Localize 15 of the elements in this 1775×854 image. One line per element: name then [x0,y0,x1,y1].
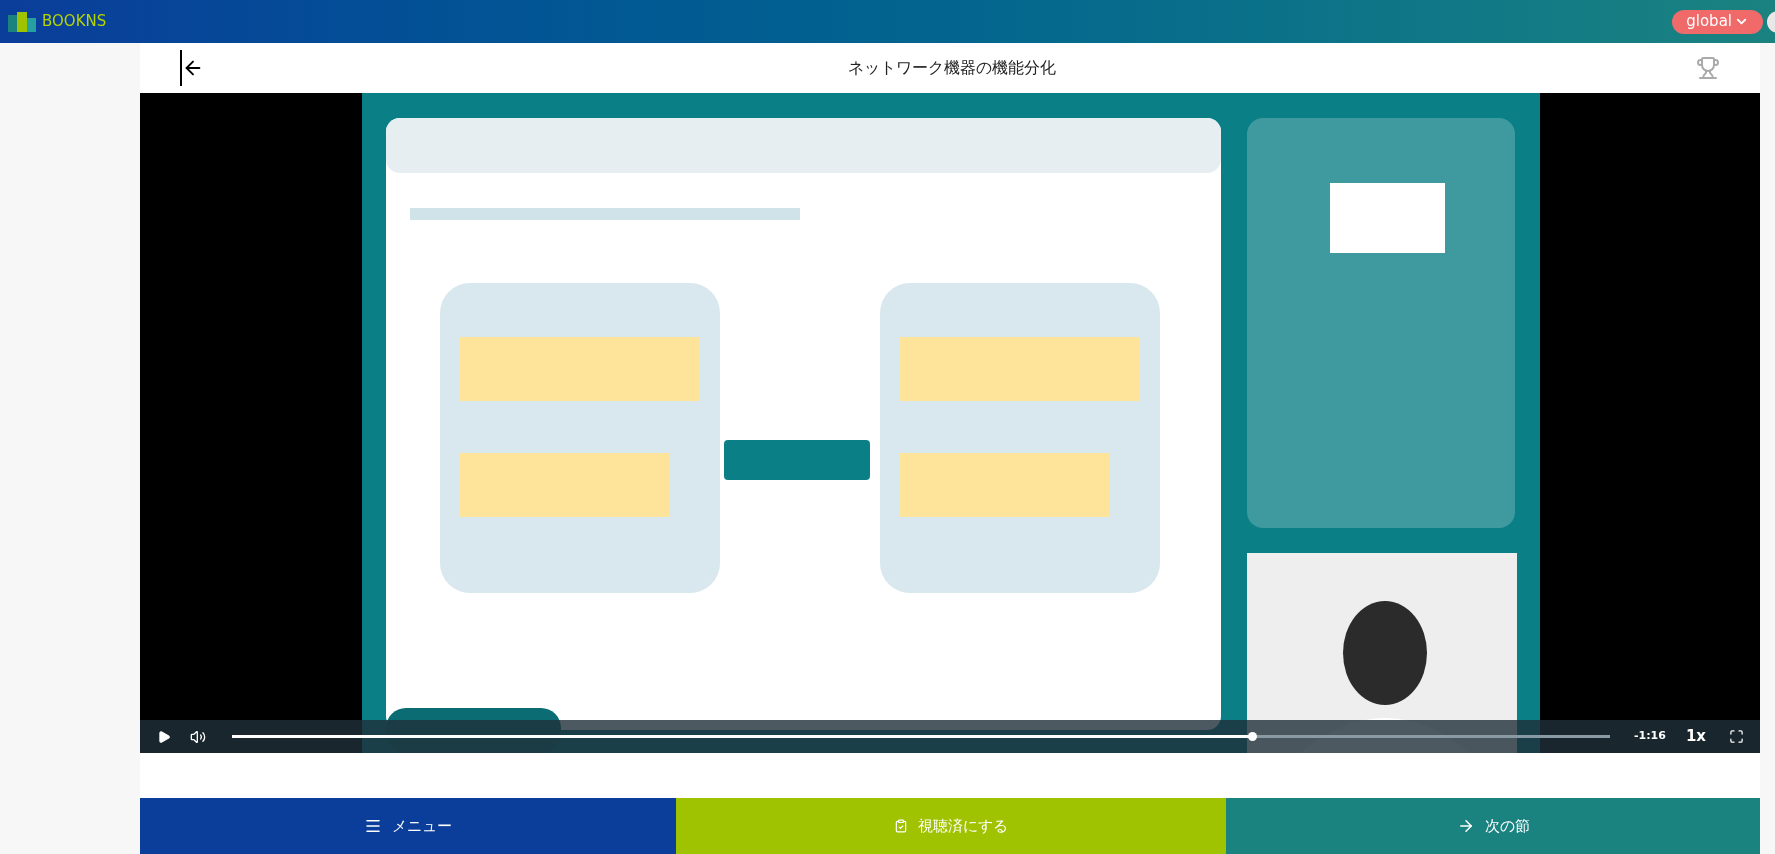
remaining-time: -1:16 [1633,728,1666,745]
speed-button[interactable]: 1x [1679,725,1712,748]
play-icon [157,729,171,744]
volume-icon [190,728,206,745]
next-button[interactable]: 次の節 [1226,798,1760,854]
fullscreen-icon [1728,729,1744,744]
menu-button[interactable]: メニュー [140,798,676,854]
logo-icon [8,11,38,32]
clipboard-check-icon [894,819,908,833]
menu-icon [364,817,382,835]
progress-thumb[interactable] [1247,732,1257,741]
progress-track[interactable] [232,735,1610,738]
logo-text: BOOKNS [42,11,107,33]
video-player[interactable]: -1:16 1x [140,93,1760,753]
lesson-title: ネットワーク機器の機能分化 [848,57,1056,79]
